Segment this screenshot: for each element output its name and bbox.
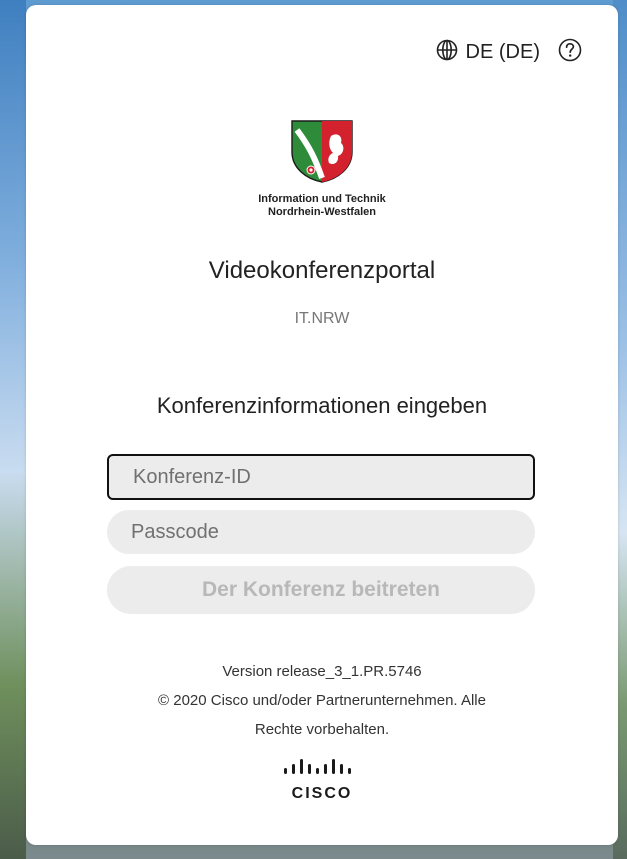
cisco-wordmark: CISCO	[291, 785, 353, 802]
cisco-bars-icon	[283, 758, 361, 783]
nrw-coat-of-arms-icon	[289, 118, 355, 189]
language-label: DE (DE)	[465, 40, 540, 63]
organization-logo: Information und Technik Nordrhein-Westfa…	[26, 118, 618, 219]
passcode-input[interactable]	[107, 510, 535, 554]
background-photo-left	[0, 0, 26, 859]
form-heading: Konferenzinformationen eingeben	[156, 393, 488, 418]
join-conference-button[interactable]: Der Konferenz beitreten	[107, 566, 535, 614]
top-bar: DE (DE)	[436, 37, 582, 67]
help-icon	[558, 38, 582, 67]
login-card: DE (DE) Information und Technik Nordrhei…	[26, 5, 618, 845]
help-button[interactable]	[558, 38, 582, 67]
organization-name-line2: Nordrhein-Westfalen	[268, 206, 376, 218]
copyright-line2: Rechte vorbehalten.	[254, 721, 390, 738]
version-text: Version release_3_1.PR.5746	[222, 663, 422, 680]
copyright-line1: © 2020 Cisco und/oder Partnerunternehmen…	[158, 692, 486, 709]
conference-id-input[interactable]	[107, 454, 535, 500]
globe-icon	[436, 39, 458, 66]
portal-subtitle: IT.NRW	[294, 310, 350, 327]
organization-name-line1: Information und Technik	[258, 193, 386, 205]
footer: Version release_3_1.PR.5746 © 2020 Cisco…	[26, 657, 618, 744]
portal-title: Videokonferenzportal	[208, 257, 436, 284]
cisco-logo: CISCO	[26, 758, 618, 803]
language-selector[interactable]: DE (DE)	[436, 39, 540, 66]
